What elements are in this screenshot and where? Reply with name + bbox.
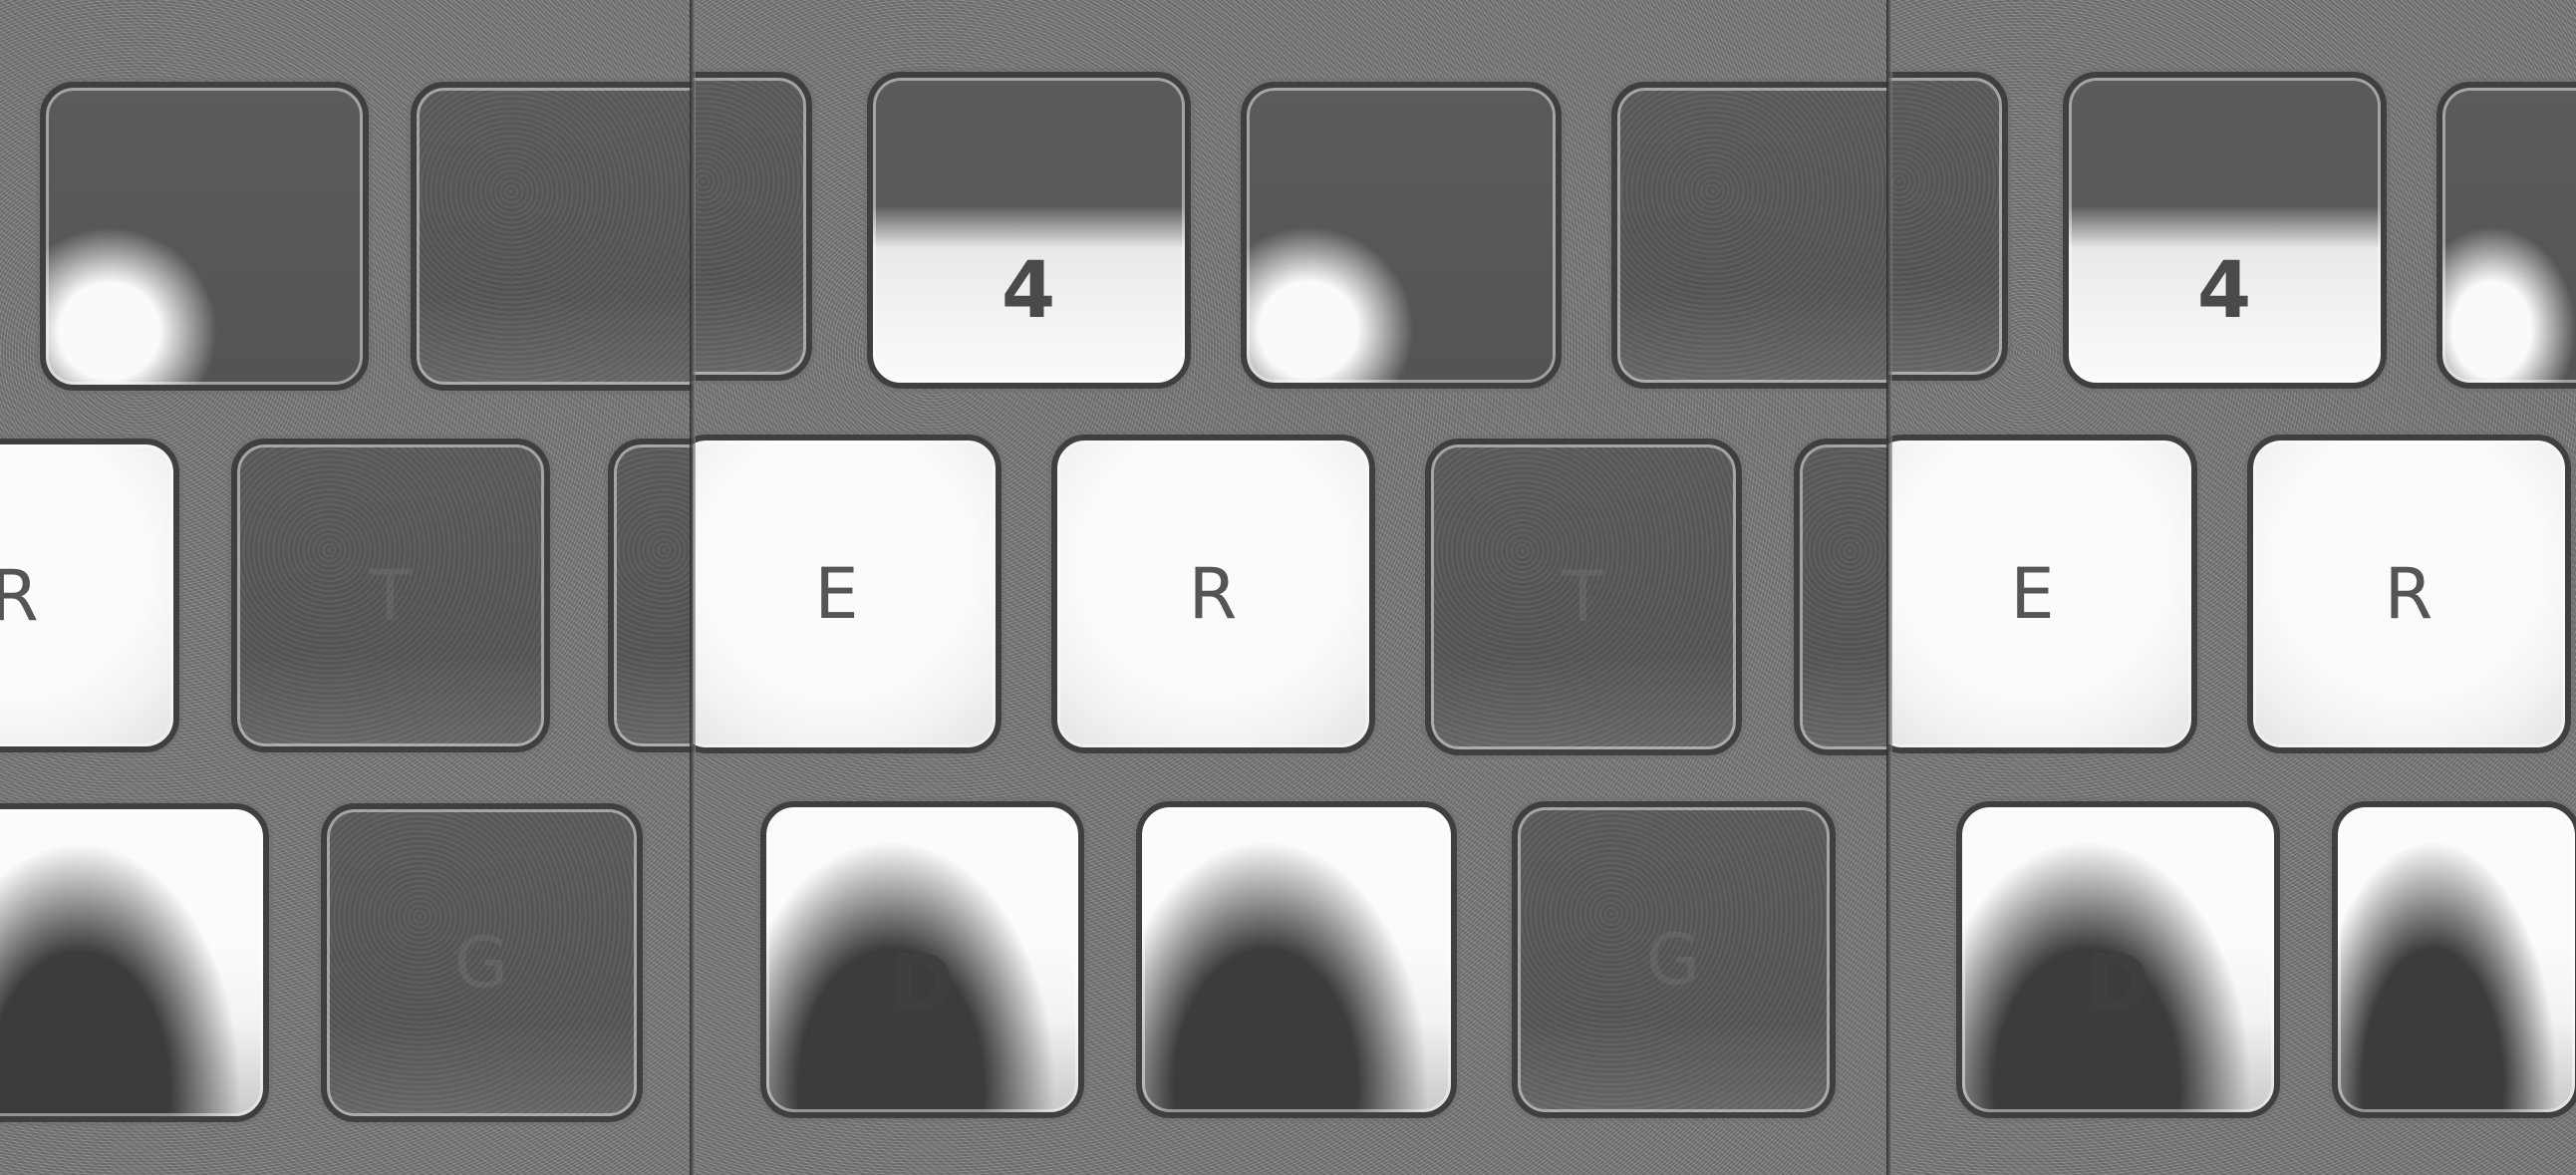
key-legend: D [2085, 939, 2151, 1029]
key-legend: R [0, 555, 173, 637]
photo-panel-right: 4 E R D [1888, 0, 2576, 1175]
key-legend: R [2384, 553, 2434, 635]
key-legend: D [889, 939, 956, 1029]
keyboard-key [1611, 82, 1888, 389]
keyboard-key [40, 82, 369, 391]
keyboard-key [0, 803, 269, 1122]
photo-panel-left: R T G [0, 0, 693, 1175]
key-legend: T [369, 554, 413, 637]
keyboard-key [1888, 72, 2008, 381]
keyboard-key: E [693, 435, 1002, 753]
keyboard-key [411, 82, 693, 391]
key-legend: E [2010, 553, 2056, 635]
keyboard-key: 4 [867, 72, 1191, 389]
keyboard-key: D [1956, 801, 2280, 1118]
keyboard-key: 4 [2063, 72, 2387, 389]
keyboard-key: R [1051, 435, 1375, 753]
keyboard-key: G [321, 803, 643, 1122]
keyboard-key: T [231, 439, 550, 752]
key-legend: G [1645, 919, 1702, 1001]
key-legend: G [453, 922, 510, 1004]
keyboard-key: R [2247, 435, 2571, 753]
panel-seam [690, 0, 696, 1175]
keyboard-key: T [1425, 439, 1742, 755]
panel-seam [1886, 0, 1892, 1175]
keyboard-key [1241, 82, 1562, 389]
keyboard-key [2436, 82, 2576, 389]
keyboard-key [1136, 801, 1457, 1118]
photo-panel-center: 4 E R T D G [693, 0, 1888, 1175]
key-legend: E [814, 553, 860, 635]
key-legend: 4 [2196, 246, 2253, 337]
keyboard-key: E [1888, 435, 2197, 753]
keyboard-key [608, 439, 693, 752]
key-legend: T [1562, 556, 1605, 638]
keyboard-key: G [1512, 801, 1836, 1118]
keyboard-key [693, 72, 812, 381]
key-legend: R [1188, 553, 1239, 635]
keyboard-key: R [0, 439, 179, 752]
key-legend: 4 [1001, 246, 1057, 337]
keyboard-photo-collage: R T G 4 E R T [0, 0, 2576, 1175]
keyboard-key: D [760, 801, 1084, 1118]
keyboard-key [2332, 801, 2576, 1118]
keyboard-key [1794, 439, 1888, 755]
